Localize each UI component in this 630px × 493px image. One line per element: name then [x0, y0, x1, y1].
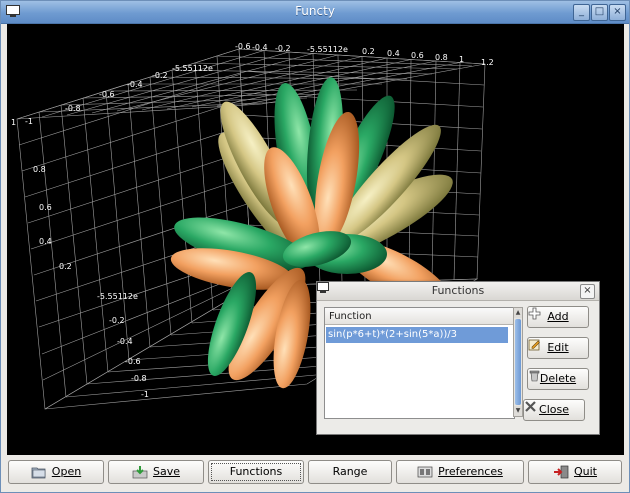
delete-button-label: Delete — [539, 372, 577, 385]
window-title: Functy — [295, 4, 335, 18]
list-item-function[interactable]: sin(p*6+t)*(2+sin(5*a))/3 — [326, 327, 508, 343]
preferences-button[interactable]: Preferences — [396, 460, 524, 484]
scrollbar-thumb[interactable] — [515, 319, 521, 405]
function-list-scrollbar[interactable]: ▲ ▼ — [513, 307, 523, 417]
maximize-icon[interactable]: □ — [591, 4, 608, 21]
close-x-icon — [525, 401, 536, 412]
save-button-label: Save — [152, 465, 180, 478]
range-button[interactable]: Range — [308, 460, 392, 484]
axis-tick: -0.2 — [152, 71, 168, 80]
trash-icon — [529, 370, 540, 382]
add-button-label: Add — [547, 310, 569, 323]
axis-tick: 0.6 — [411, 51, 424, 60]
quit-button[interactable]: Quit — [528, 460, 622, 484]
function-list[interactable]: Function sin(p*6+t)*(2+sin(5*a))/3 — [324, 307, 515, 419]
open-button[interactable]: Open — [8, 460, 104, 484]
axis-tick: -0.2 — [275, 44, 291, 53]
preferences-button-label: Preferences — [438, 465, 503, 478]
title-bar[interactable]: Functy _ □ × — [1, 1, 629, 24]
delete-button[interactable]: Delete — [527, 368, 589, 390]
quit-button-label: Quit — [574, 465, 597, 478]
dialog-close-icon[interactable]: × — [580, 284, 595, 299]
scroll-down-icon[interactable]: ▼ — [514, 406, 522, 416]
save-icon — [132, 466, 148, 479]
close-button[interactable]: Close — [523, 399, 585, 421]
dialog-title: Functions — [431, 284, 485, 297]
axis-tick: -0.8 — [131, 374, 147, 383]
axis-tick: -0.4 — [127, 80, 143, 89]
close-icon[interactable]: × — [609, 4, 626, 21]
axis-tick: -5.55112e — [97, 292, 138, 301]
add-button[interactable]: Add — [527, 306, 589, 328]
functions-dialog: Functions × Function sin(p*6+t)*(2+sin(5… — [316, 281, 600, 435]
axis-tick: 0.6 — [39, 203, 52, 212]
plus-icon — [528, 307, 541, 320]
folder-open-icon — [31, 467, 46, 479]
axis-tick: -0.6 — [99, 90, 115, 99]
open-button-label: Open — [51, 465, 82, 478]
edit-button[interactable]: Edit — [527, 337, 589, 359]
3d-viewport[interactable]: -0.6 -0.4 -0.2 -5.55112e 0.2 0.4 0.6 0.8… — [7, 24, 624, 455]
save-button[interactable]: Save — [108, 460, 204, 484]
app-window: Functy _ □ × -0.6 -0.4 -0.2 -5.55112e 0.… — [0, 0, 630, 493]
axis-tick: -5.55112e — [307, 45, 348, 54]
axis-tick: 1 — [459, 55, 465, 64]
axis-tick: 0.8 — [33, 165, 46, 174]
minimize-icon[interactable]: _ — [573, 4, 590, 21]
axis-tick: 0.8 — [435, 53, 448, 62]
axis-tick: -0.8 — [65, 104, 81, 113]
range-button-label: Range — [332, 465, 368, 478]
axis-tick: 1.2 — [481, 58, 494, 67]
functions-button[interactable]: Functions — [208, 460, 304, 484]
axis-tick: -0.4 — [117, 337, 133, 346]
axis-tick: -0.4 — [252, 43, 268, 52]
dialog-title-bar[interactable]: Functions × — [317, 282, 599, 301]
scroll-up-icon[interactable]: ▲ — [514, 308, 522, 318]
axis-tick: 0.4 — [387, 49, 400, 58]
close-button-label: Close — [539, 403, 569, 416]
axis-tick: 0.2 — [362, 47, 375, 56]
axis-tick: -1 — [141, 390, 149, 399]
axis-tick: 1 — [11, 118, 17, 127]
axis-tick: -0.2 — [109, 316, 125, 325]
edit-button-label: Edit — [547, 341, 569, 354]
axis-tick: 0.2 — [59, 262, 72, 271]
axis-tick: -5.55112e — [172, 64, 213, 73]
functions-button-label: Functions — [229, 465, 283, 478]
axis-tick: -0.6 — [235, 42, 251, 51]
bottom-toolbar: Open Save Functions Range Preferences Qu… — [1, 456, 629, 492]
edit-icon — [528, 339, 540, 351]
exit-icon — [554, 465, 569, 479]
axis-tick: 0.4 — [39, 237, 52, 246]
column-header-function[interactable]: Function — [325, 308, 514, 325]
axis-tick: -0.6 — [125, 357, 141, 366]
axis-tick: -1 — [25, 117, 33, 126]
preferences-icon — [417, 466, 433, 478]
